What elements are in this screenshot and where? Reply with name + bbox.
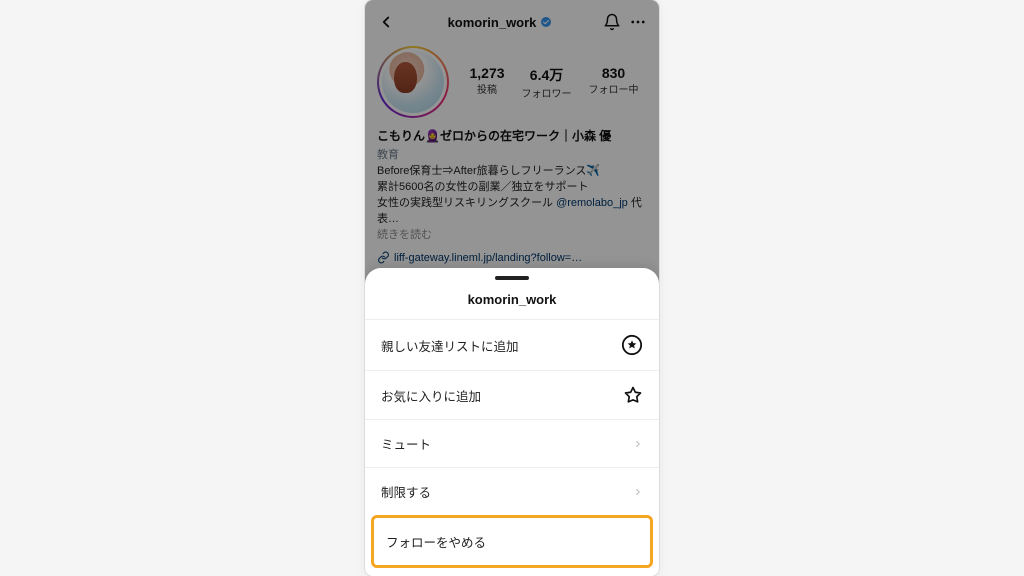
sheet-item-label: フォローをやめる — [386, 532, 486, 551]
stat-followers-label: フォロワー — [522, 85, 572, 100]
top-bar: komorin_work — [377, 6, 647, 38]
sheet-item-close-friends[interactable]: 親しい友達リストに追加 — [365, 319, 659, 370]
stats-row: 1,273 投稿 6.4万 フォロワー 830 フォロー中 — [461, 65, 647, 100]
bio-line3-pre: 女性の実践型リスキリングスクール — [377, 197, 556, 209]
star-circle-icon — [621, 334, 643, 356]
bio-line2: 累計5600名の女性の副業／独立をサポート — [377, 181, 588, 193]
sheet-item-favorites[interactable]: お気に入りに追加 — [365, 370, 659, 419]
stat-following[interactable]: 830 フォロー中 — [589, 65, 639, 100]
avatar — [382, 51, 444, 113]
verified-badge-icon — [540, 16, 552, 28]
bio-line1: Before保育士⇒After旅暮らしフリーランス✈️ — [377, 165, 600, 177]
avatar-inner — [379, 48, 447, 116]
sheet-item-unfollow[interactable]: フォローをやめる — [374, 518, 650, 565]
sheet-item-restrict[interactable]: 制限する — [365, 467, 659, 515]
more-button[interactable] — [629, 13, 647, 31]
star-outline-icon — [623, 385, 643, 405]
stat-posts-label: 投稿 — [469, 81, 504, 96]
chevron-left-icon — [377, 13, 395, 31]
bio-mention[interactable]: @remolabo_jp — [556, 197, 628, 209]
sheet-item-label: ミュート — [381, 434, 431, 453]
story-ring[interactable] — [377, 46, 449, 118]
notifications-button[interactable] — [603, 13, 621, 31]
profile-header-row: 1,273 投稿 6.4万 フォロワー 830 フォロー中 — [377, 46, 647, 118]
category: 教育 — [377, 146, 647, 162]
external-link-text: liff-gateway.lineml.jp/landing?follow=… — [394, 252, 582, 264]
sheet-item-label: 親しい友達リストに追加 — [381, 336, 519, 355]
bio-more[interactable]: 続きを読む — [377, 229, 432, 241]
profile-username: komorin_work — [448, 15, 537, 30]
display-name: こもりん🧕ゼロからの在宅ワーク｜小森 優 — [377, 128, 647, 145]
sheet-title: komorin_work — [365, 288, 659, 319]
stat-followers[interactable]: 6.4万 フォロワー — [522, 65, 572, 100]
sheet-item-label: 制限する — [381, 482, 431, 501]
unfollow-highlight: フォローをやめる — [371, 515, 653, 568]
back-button[interactable] — [377, 13, 397, 31]
chevron-right-icon — [633, 485, 643, 499]
phone-frame: komorin_work — [365, 0, 659, 576]
sheet-item-mute[interactable]: ミュート — [365, 419, 659, 467]
stat-followers-value: 6.4万 — [522, 65, 572, 85]
canvas: komorin_work — [0, 0, 1024, 576]
stat-following-label: フォロー中 — [589, 81, 639, 96]
more-horizontal-icon — [629, 13, 647, 31]
bell-icon — [603, 13, 621, 31]
sheet-item-label: お気に入りに追加 — [381, 386, 481, 405]
sheet-grabber[interactable] — [495, 276, 529, 280]
title-area: komorin_work — [403, 15, 597, 30]
bottom-sheet: komorin_work 親しい友達リストに追加 お気に入りに追加 ミュート — [365, 268, 659, 576]
external-link[interactable]: liff-gateway.lineml.jp/landing?follow=… — [377, 251, 647, 264]
link-icon — [377, 251, 390, 264]
stat-following-value: 830 — [589, 65, 639, 81]
chevron-right-icon — [633, 437, 643, 451]
stat-posts-value: 1,273 — [469, 65, 504, 81]
bio: Before保育士⇒After旅暮らしフリーランス✈️ 累計5600名の女性の副… — [377, 164, 647, 244]
stat-posts[interactable]: 1,273 投稿 — [469, 65, 504, 100]
